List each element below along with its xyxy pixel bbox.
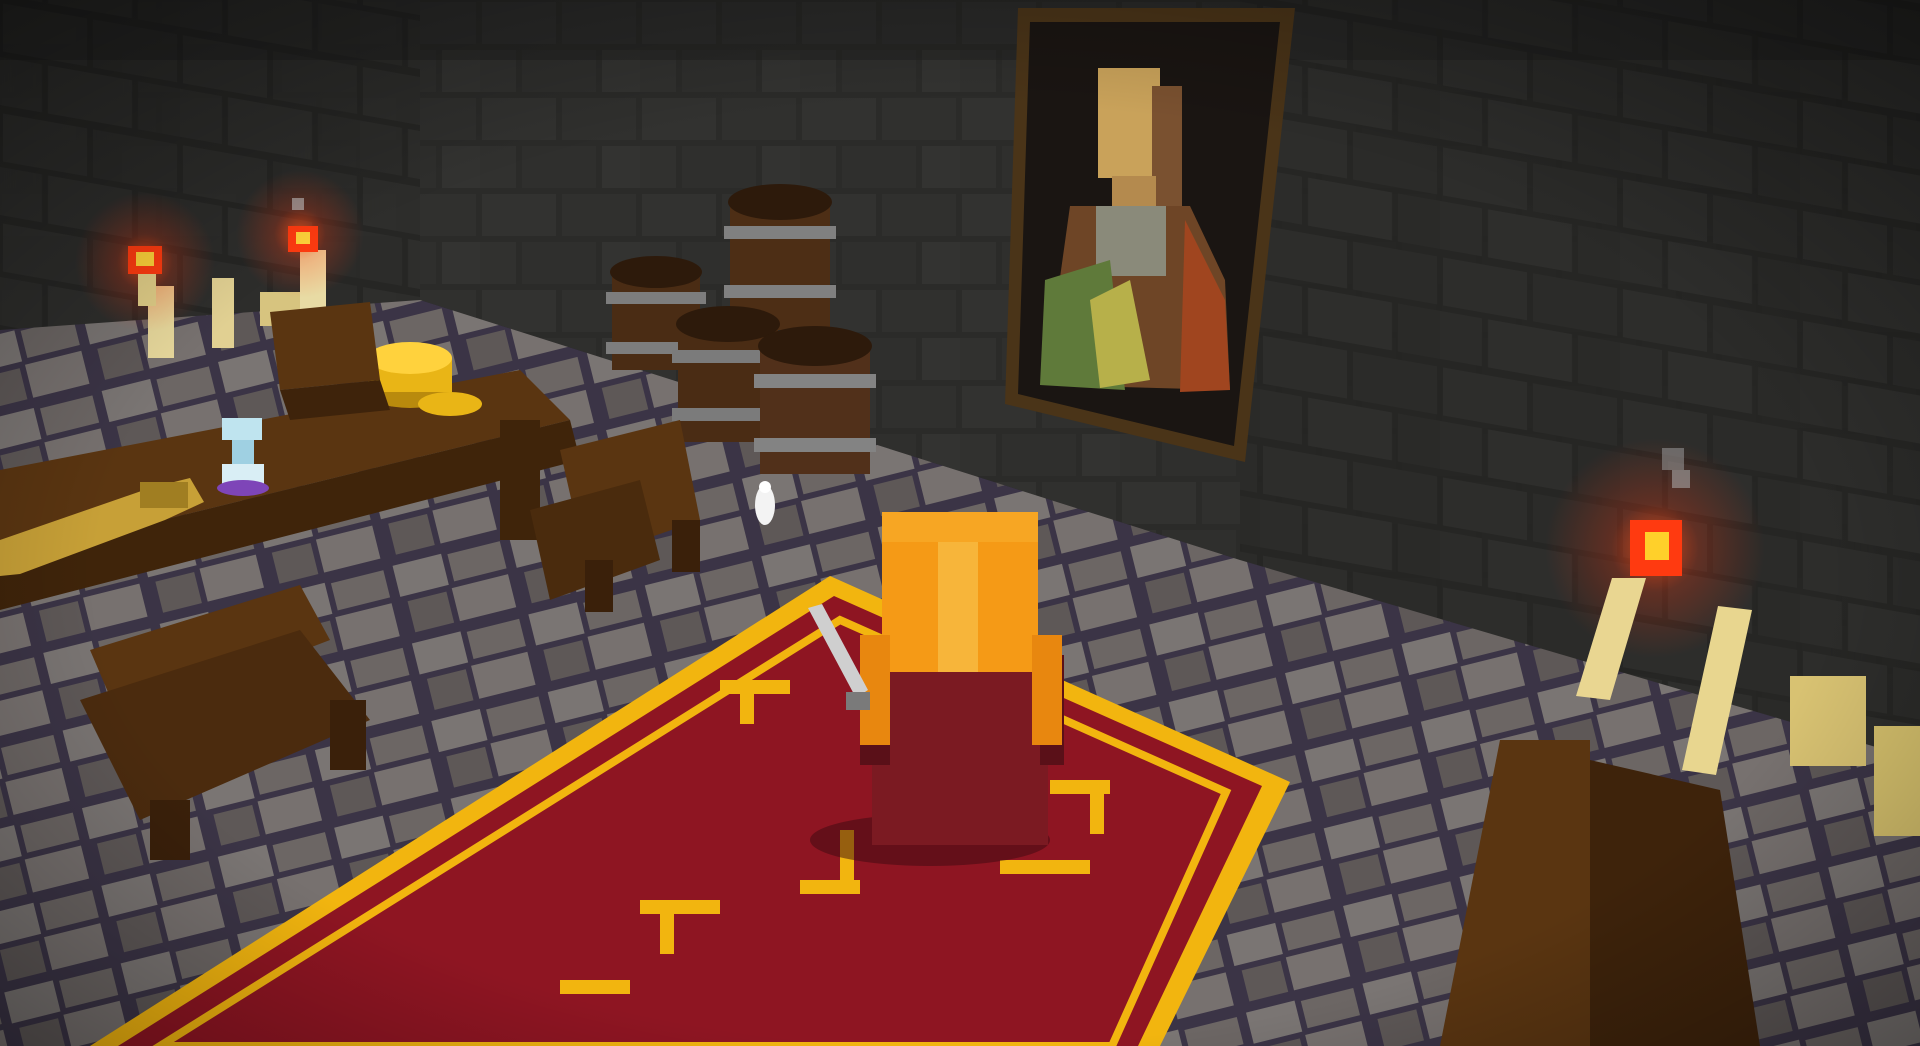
- vignette: [0, 0, 1920, 1046]
- game-viewport[interactable]: [0, 0, 1920, 1046]
- dungeon-scene: [0, 0, 1920, 1046]
